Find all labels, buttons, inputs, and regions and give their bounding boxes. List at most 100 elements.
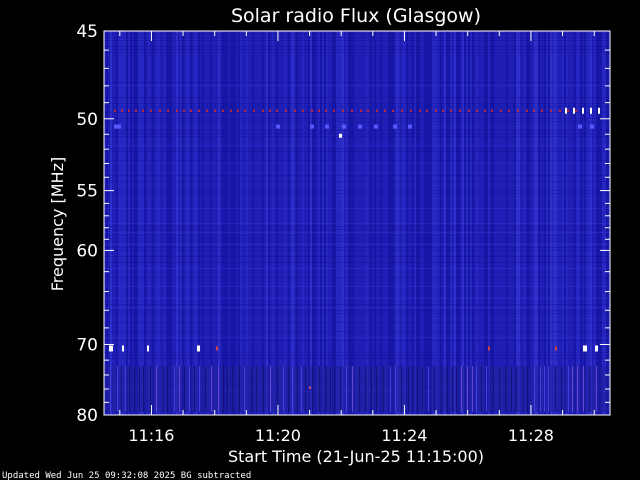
noise-row [104,298,610,299]
burst-streak [472,366,473,412]
bright-signal [573,107,575,114]
burst-streak [227,366,228,412]
interference-dot [318,109,320,112]
noise-row [104,49,610,50]
y-axis-title: Frequency [MHz] [48,157,67,291]
interference-dot [555,346,557,351]
noise-row [104,286,610,287]
burst-streak [326,366,327,412]
interference-dot [237,109,239,112]
blue-signal [310,124,314,129]
burst-streak [467,366,468,412]
noise-row [104,82,610,83]
burst-streak [583,366,584,412]
noise-row [104,112,610,113]
noise-row [104,250,610,251]
burst-streak [422,366,423,412]
noise-row [104,34,610,35]
burst-streak [232,366,233,412]
blue-signal [590,124,594,129]
x-axis-title: Start Time (21-Jun-25 11:15:00) [228,447,484,466]
bright-signal [147,345,149,352]
burst-streak [305,366,306,412]
noise-row [104,331,610,332]
interference-dot [128,109,130,112]
burst-streak [589,366,590,412]
burst-streak [577,366,578,412]
burst-streak [476,366,477,412]
interference-dot [253,109,255,112]
burst-streak [330,366,331,412]
interference-dot [190,109,192,112]
noise-row [104,304,610,305]
blue-signal [393,124,397,129]
burst-streak [452,366,453,412]
y-tick-label: 60 [76,241,98,261]
interference-dot [450,109,452,112]
interference-dot [384,109,386,112]
interference-dot [351,109,353,112]
burst-streak [223,366,224,412]
bright-signal [109,345,113,352]
burst-streak [527,366,528,412]
noise-row [104,103,610,104]
blue-signal [358,124,362,129]
burst-streak [292,366,293,412]
burst-streak [447,366,448,412]
interference-dot [302,109,304,112]
interference-dot [533,109,535,112]
bright-signal [565,107,567,114]
interference-dot [367,109,369,112]
noise-row [104,40,610,41]
interference-dot [276,109,278,112]
noise-row [104,313,610,314]
interference-dot [488,346,490,351]
interference-dot [135,109,137,112]
interference-dot [198,109,200,112]
noise-row [104,193,610,194]
interference-dot [222,109,224,112]
burst-streak [390,366,391,412]
y-tick-label: 50 [76,110,98,130]
burst-streak [110,366,111,412]
burst-streak [365,366,366,412]
y-tick-label: 55 [76,182,98,202]
interference-dot [484,109,486,112]
burst-streak [359,366,360,412]
burst-streak [125,366,126,412]
noise-row [104,181,610,182]
interference-dot [325,109,327,112]
burst-streak [346,366,347,412]
burst-streak [211,366,212,412]
interference-dot [517,109,519,112]
burst-streak [150,366,151,412]
x-tick-label: 11:28 [508,426,554,445]
blue-signal [325,124,329,129]
burst-streak [417,366,418,412]
burst-streak [596,366,597,412]
burst-streak [129,366,130,412]
noise-row [104,130,610,131]
noise-row [104,307,610,308]
interference-dot [309,386,311,389]
burst-streak [572,366,573,412]
interference-dot [392,109,394,112]
interference-dot [360,109,362,112]
x-tick-label: 11:20 [255,426,301,445]
burst-streak [561,366,562,412]
interference-dot [500,109,502,112]
burst-streak [516,366,517,412]
interference-dot [167,109,169,112]
noise-row [104,136,610,137]
blue-signal [276,124,280,129]
burst-streak [121,366,122,412]
noise-row [104,268,610,269]
burst-streak [199,366,200,412]
interference-dot [114,109,116,112]
noise-row [104,322,610,323]
burst-streak [189,366,190,412]
burst-streak [179,366,180,412]
burst-streak [534,366,535,412]
bright-signal [595,345,598,352]
interference-dot [285,109,287,112]
